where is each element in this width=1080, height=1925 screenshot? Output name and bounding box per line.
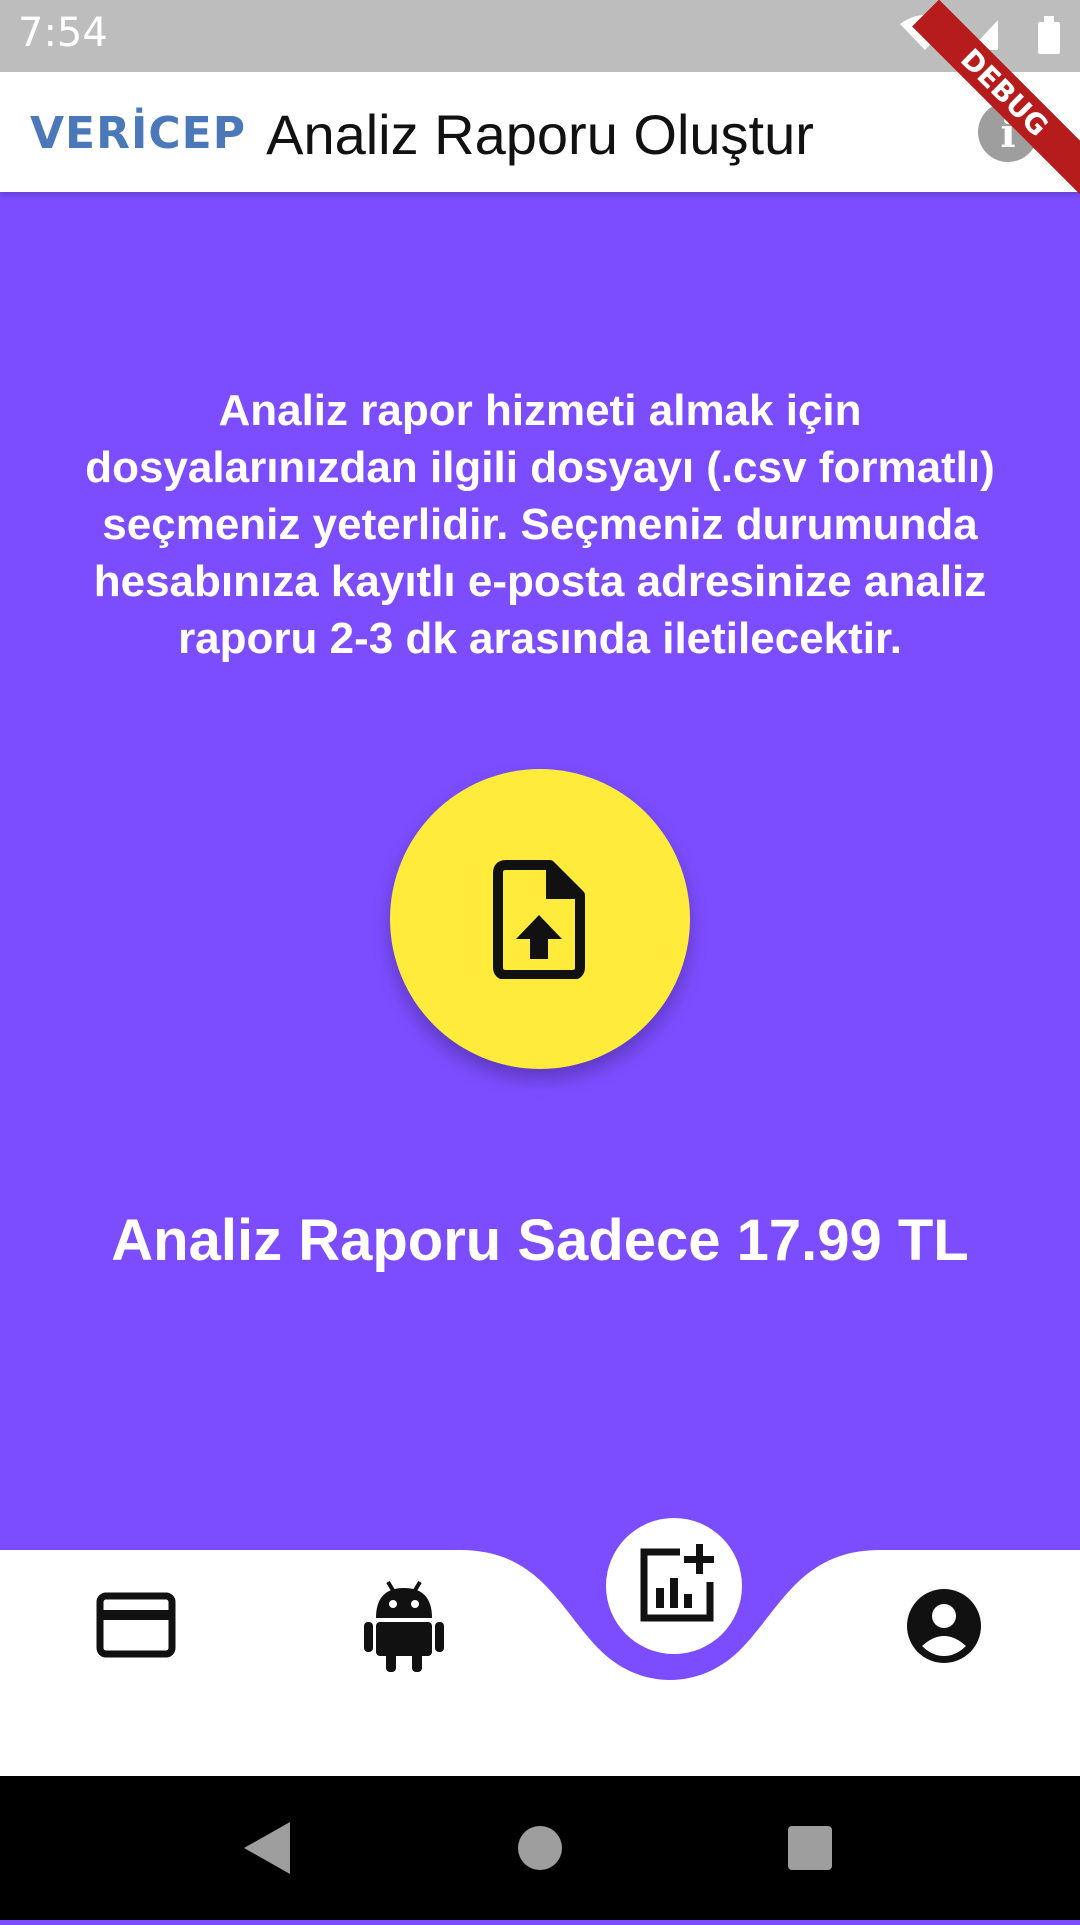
nav-item-analysis-report[interactable]: [606, 1518, 742, 1654]
app-bar: VERİCEP Analiz Raporu Oluştur i: [0, 72, 1080, 192]
main-content: Analiz rapor hizmeti almak için dosyalar…: [0, 192, 1080, 1552]
system-nav-icons: [244, 1822, 832, 1874]
back-icon[interactable]: [244, 1822, 290, 1874]
upload-file-button[interactable]: [390, 769, 690, 1069]
description-line: hesabınıza kayıtlı e-posta adresinize an…: [93, 557, 987, 606]
bottom-navigation: [0, 1550, 1080, 1776]
android-icon: [364, 1580, 444, 1672]
status-icons: [900, 15, 1060, 54]
price-text: Analiz Raporu Sadece 17.99 TL: [111, 1208, 969, 1273]
nav-item-android[interactable]: [364, 1578, 444, 1677]
nav-item-payment[interactable]: [96, 1592, 176, 1663]
nav-item-profile[interactable]: [906, 1588, 982, 1669]
credit-card-icon: [96, 1592, 176, 1658]
description-line: raporu 2-3 dk arasında iletilecektir.: [178, 614, 902, 663]
status-time: 7:54: [18, 10, 108, 56]
file-upload-icon: [493, 860, 585, 979]
description-line: Analiz rapor hizmeti almak için: [218, 386, 862, 435]
system-navigation-bar: [0, 1776, 1080, 1920]
description-line: seçmeniz yeterlidir. Seçmeniz durumunda: [102, 500, 978, 549]
account-circle-icon: [907, 1589, 981, 1663]
info-button[interactable]: i: [978, 102, 1038, 162]
recents-icon[interactable]: [788, 1826, 832, 1870]
add-chart-icon: [640, 1544, 714, 1622]
battery-icon: [1038, 16, 1060, 54]
info-icon: i: [1000, 110, 1016, 157]
description-line: dosyalarınızdan ilgili dosyayı (.csv for…: [85, 443, 995, 492]
wifi-icon: [900, 15, 950, 50]
description-text: Analiz rapor hizmeti almak için dosyalar…: [50, 382, 1030, 667]
home-icon[interactable]: [518, 1826, 562, 1870]
signal-icon: [970, 20, 998, 50]
page-title: Analiz Raporu Oluştur: [266, 103, 814, 166]
status-bar: 7:54: [0, 0, 1080, 72]
